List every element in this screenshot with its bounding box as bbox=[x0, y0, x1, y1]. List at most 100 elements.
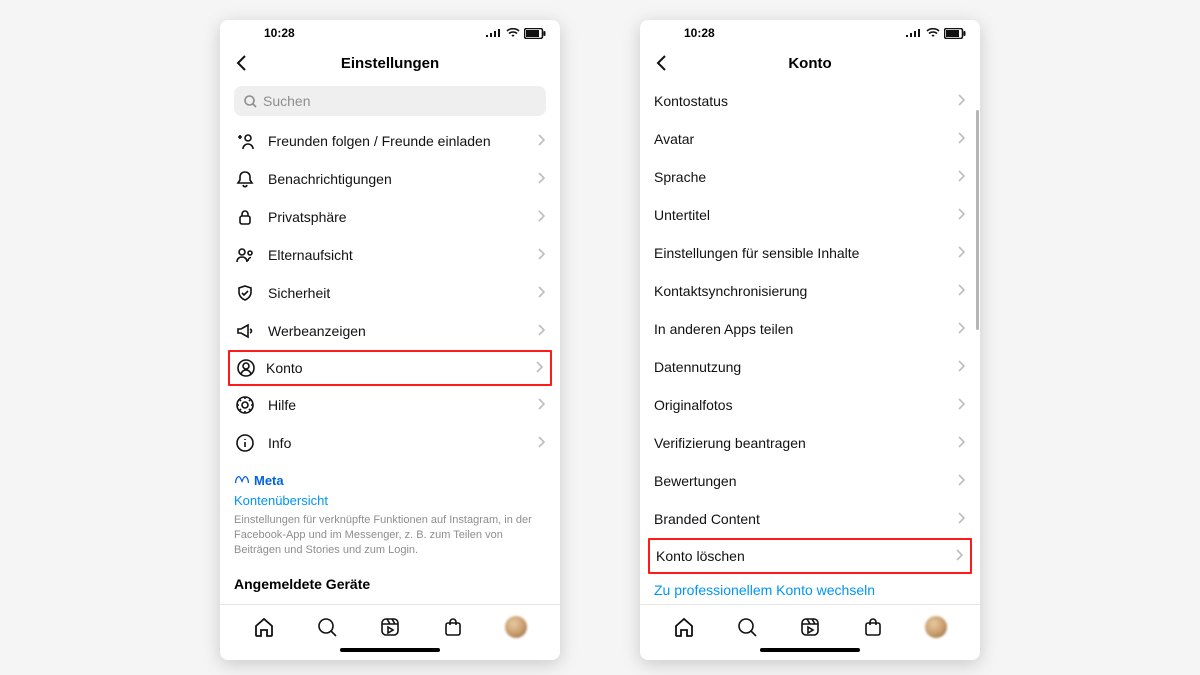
search-icon bbox=[316, 616, 338, 638]
chevron-right-icon bbox=[956, 245, 966, 262]
row-label: Kontostatus bbox=[654, 93, 956, 109]
row-label: Branded Content bbox=[654, 511, 956, 527]
status-time: 10:28 bbox=[654, 26, 906, 40]
status-time: 10:28 bbox=[234, 26, 486, 40]
row-label: Avatar bbox=[654, 131, 956, 147]
megaphone-icon bbox=[234, 321, 256, 341]
back-button[interactable] bbox=[650, 51, 674, 75]
row-avatar[interactable]: Avatar bbox=[640, 120, 980, 158]
row-delete-account[interactable]: Konto löschen bbox=[648, 538, 972, 574]
row-notifications[interactable]: Benachrichtigungen bbox=[220, 160, 560, 198]
row-info[interactable]: Info bbox=[220, 424, 560, 462]
chevron-right-icon bbox=[536, 247, 546, 264]
row-captions[interactable]: Untertitel bbox=[640, 196, 980, 234]
row-account-status[interactable]: Kontostatus bbox=[640, 82, 980, 120]
row-branded-content[interactable]: Branded Content bbox=[640, 500, 980, 538]
row-label: Privatsphäre bbox=[268, 209, 536, 225]
nav-reels[interactable] bbox=[378, 615, 402, 639]
wifi-icon bbox=[926, 28, 940, 38]
battery-icon bbox=[944, 28, 966, 39]
meta-accounts-link[interactable]: Kontenübersicht bbox=[234, 492, 546, 510]
chevron-right-icon bbox=[956, 207, 966, 224]
meta-block: Meta Kontenübersicht Einstellungen für v… bbox=[220, 462, 560, 566]
row-verification[interactable]: Verifizierung beantragen bbox=[640, 424, 980, 462]
row-label: Info bbox=[268, 435, 536, 451]
row-security[interactable]: Sicherheit bbox=[220, 274, 560, 312]
reels-icon bbox=[379, 616, 401, 638]
back-button[interactable] bbox=[230, 51, 254, 75]
devices-head: Angemeldete Geräte bbox=[220, 566, 560, 598]
phone-account: 10:28 Konto Kontostatus Avatar Sprache U… bbox=[640, 20, 980, 660]
row-label: In anderen Apps teilen bbox=[654, 321, 956, 337]
row-contactsync[interactable]: Kontaktsynchronisierung bbox=[640, 272, 980, 310]
row-label: Datennutzung bbox=[654, 359, 956, 375]
chevron-left-icon bbox=[233, 54, 251, 72]
row-reviews[interactable]: Bewertungen bbox=[640, 462, 980, 500]
row-help[interactable]: Hilfe bbox=[220, 386, 560, 424]
search-placeholder: Suchen bbox=[263, 93, 310, 109]
chevron-right-icon bbox=[956, 131, 966, 148]
row-account[interactable]: Konto bbox=[228, 350, 552, 386]
row-ads[interactable]: Werbeanzeigen bbox=[220, 312, 560, 350]
bell-icon bbox=[234, 169, 256, 189]
row-sensitive[interactable]: Einstellungen für sensible Inhalte bbox=[640, 234, 980, 272]
nav-profile[interactable] bbox=[504, 615, 528, 639]
chevron-right-icon bbox=[536, 285, 546, 302]
nav-header: Einstellungen bbox=[220, 44, 560, 82]
meta-icon bbox=[234, 475, 250, 487]
nav-search[interactable] bbox=[315, 615, 339, 639]
meta-desc: Einstellungen für verknüpfte Funktionen … bbox=[234, 513, 546, 558]
phone-settings: 10:28 Einstellungen Suchen Freunden folg… bbox=[220, 20, 560, 660]
pro-switch-link[interactable]: Zu professionellem Konto wechseln bbox=[640, 574, 980, 604]
lock-icon bbox=[234, 207, 256, 227]
row-label: Bewertungen bbox=[654, 473, 956, 489]
row-label: Originalfotos bbox=[654, 397, 956, 413]
shield-icon bbox=[234, 283, 256, 303]
shop-icon bbox=[862, 616, 884, 638]
chevron-right-icon bbox=[536, 209, 546, 226]
row-label: Konto löschen bbox=[656, 548, 954, 564]
chevron-right-icon bbox=[534, 360, 544, 377]
row-label: Sicherheit bbox=[268, 285, 536, 301]
wifi-icon bbox=[506, 28, 520, 38]
chevron-right-icon bbox=[956, 397, 966, 414]
chevron-right-icon bbox=[536, 171, 546, 188]
signal-icon bbox=[486, 28, 502, 38]
row-label: Benachrichtigungen bbox=[268, 171, 536, 187]
chevron-right-icon bbox=[536, 397, 546, 414]
help-icon bbox=[234, 395, 256, 415]
status-icons bbox=[906, 28, 966, 39]
row-language[interactable]: Sprache bbox=[640, 158, 980, 196]
row-privacy[interactable]: Privatsphäre bbox=[220, 198, 560, 236]
nav-home[interactable] bbox=[252, 615, 276, 639]
row-supervision[interactable]: Elternaufsicht bbox=[220, 236, 560, 274]
search-icon bbox=[736, 616, 758, 638]
nav-shop[interactable] bbox=[441, 615, 465, 639]
row-label: Konto bbox=[266, 360, 534, 376]
row-label: Hilfe bbox=[268, 397, 536, 413]
row-label: Einstellungen für sensible Inhalte bbox=[654, 245, 956, 261]
row-data-usage[interactable]: Datennutzung bbox=[640, 348, 980, 386]
row-label: Verifizierung beantragen bbox=[654, 435, 956, 451]
home-icon bbox=[253, 616, 275, 638]
nav-profile[interactable] bbox=[924, 615, 948, 639]
info-icon bbox=[234, 433, 256, 453]
row-label: Sprache bbox=[654, 169, 956, 185]
signal-icon bbox=[906, 28, 922, 38]
nav-home[interactable] bbox=[672, 615, 696, 639]
chevron-right-icon bbox=[536, 133, 546, 150]
status-icons bbox=[486, 28, 546, 39]
row-original-photos[interactable]: Originalfotos bbox=[640, 386, 980, 424]
nav-search[interactable] bbox=[735, 615, 759, 639]
chevron-right-icon bbox=[956, 511, 966, 528]
chevron-right-icon bbox=[956, 435, 966, 452]
status-bar: 10:28 bbox=[220, 20, 560, 44]
nav-reels[interactable] bbox=[798, 615, 822, 639]
search-input[interactable]: Suchen bbox=[234, 86, 546, 116]
nav-shop[interactable] bbox=[861, 615, 885, 639]
chevron-right-icon bbox=[536, 435, 546, 452]
row-share-apps[interactable]: In anderen Apps teilen bbox=[640, 310, 980, 348]
row-follow-friends[interactable]: Freunden folgen / Freunde einladen bbox=[220, 122, 560, 160]
settings-list: Suchen Freunden folgen / Freunde einlade… bbox=[220, 82, 560, 604]
row-label: Kontaktsynchronisierung bbox=[654, 283, 956, 299]
